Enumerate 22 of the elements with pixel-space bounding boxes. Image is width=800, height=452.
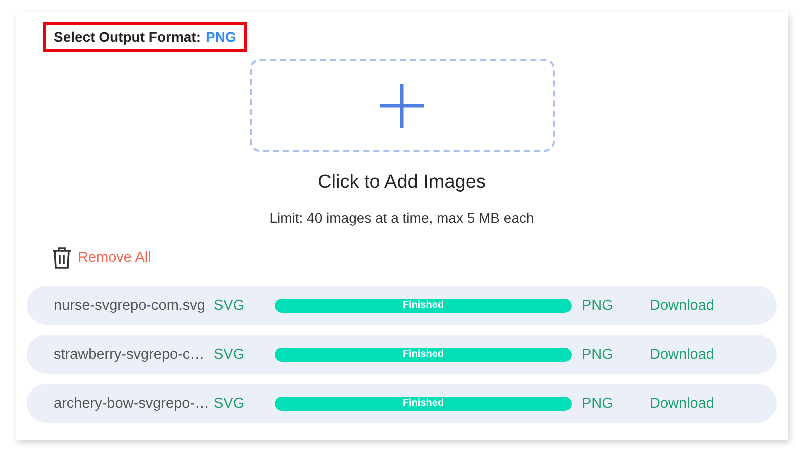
- progress-status: Finished: [402, 396, 446, 410]
- target-format: PNG: [582, 346, 614, 362]
- target-format: PNG: [582, 298, 614, 314]
- file-name: nurse-svgrepo-com.svg: [54, 298, 206, 314]
- source-format: SVG: [214, 396, 246, 412]
- download-link[interactable]: Download: [650, 298, 714, 314]
- trash-icon[interactable]: [52, 247, 72, 269]
- target-format: PNG: [582, 396, 614, 412]
- source-format: SVG: [214, 298, 246, 314]
- progress-status: Finished: [402, 348, 446, 362]
- progress-status: Finished: [402, 298, 446, 312]
- file-name: archery-bow-svgrepo-…: [54, 396, 211, 412]
- download-link[interactable]: Download: [650, 396, 714, 412]
- add-icon: [380, 84, 424, 128]
- upload-limit: Limit: 40 images at a time, max 5 MB each: [268, 210, 536, 226]
- file-name: strawberry-svgrepo-c…: [54, 346, 206, 362]
- remove-all-button[interactable]: Remove All: [78, 250, 152, 266]
- download-link[interactable]: Download: [650, 346, 714, 362]
- format-label: Select Output Format:: [54, 29, 202, 45]
- source-format: SVG: [214, 346, 246, 362]
- format-value[interactable]: PNG: [206, 29, 236, 45]
- upload-title: Click to Add Images: [317, 172, 487, 194]
